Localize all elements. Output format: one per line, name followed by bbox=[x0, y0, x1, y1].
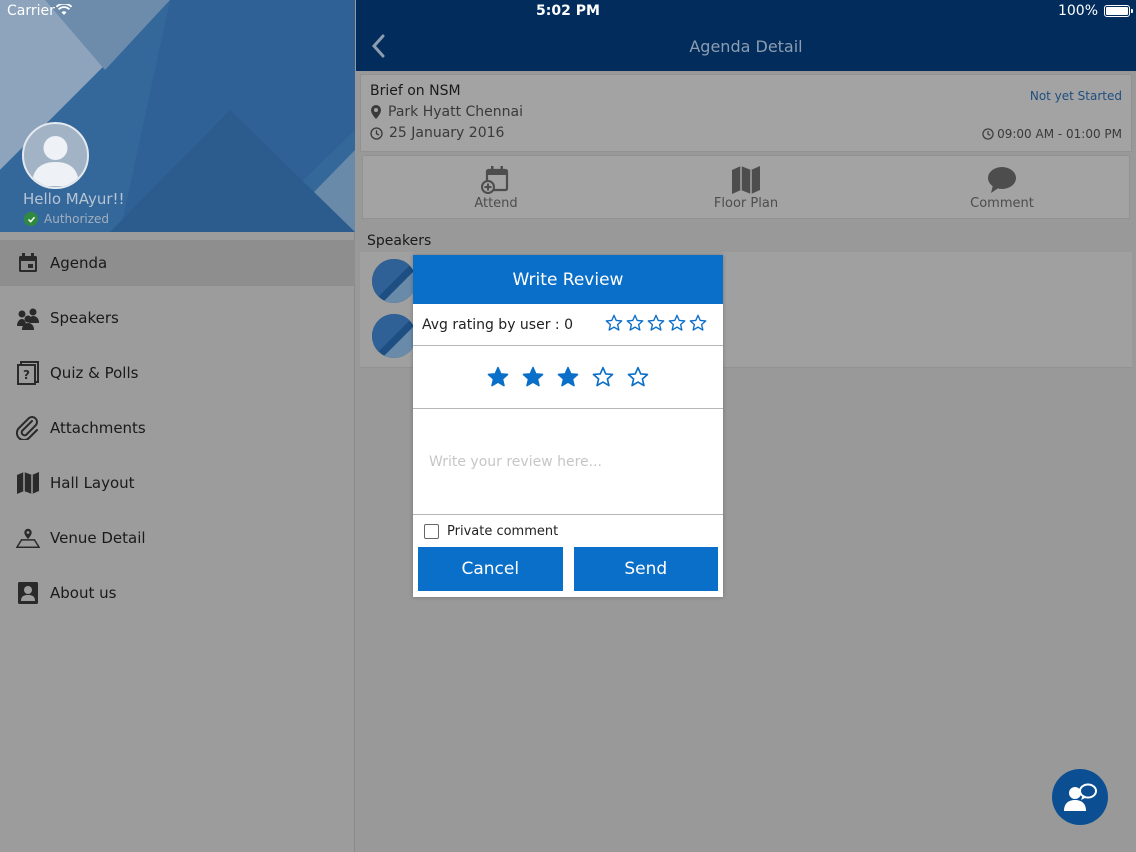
status-bar: Carrier 5:02 PM 100% bbox=[0, 0, 1136, 24]
check-icon bbox=[24, 212, 38, 226]
rate-star-filled-icon[interactable] bbox=[487, 366, 509, 388]
agenda-time: 09:00 AM - 01:00 PM bbox=[982, 127, 1122, 141]
avg-rating-row: Avg rating by user : 0 bbox=[413, 304, 723, 346]
clock-label: 5:02 PM bbox=[536, 3, 600, 19]
avg-star-outline-icon bbox=[668, 314, 686, 331]
map-icon bbox=[732, 166, 760, 194]
sidebar-item-agenda[interactable]: Agenda bbox=[0, 240, 355, 286]
review-input[interactable] bbox=[429, 454, 707, 470]
location-pin-icon bbox=[371, 105, 381, 119]
avg-rating-stars bbox=[605, 314, 707, 332]
sidebar-item-quiz-polls[interactable]: ? Quiz & Polls bbox=[0, 350, 355, 396]
speakers-icon bbox=[16, 306, 40, 330]
calendar-icon bbox=[16, 251, 40, 275]
sidebar-menu: Agenda Speakers ? Quiz & Polls Attachmen… bbox=[0, 240, 355, 625]
battery-percent: 100% bbox=[1057, 3, 1098, 19]
attend-button[interactable]: Attend bbox=[436, 166, 556, 211]
review-area bbox=[413, 409, 723, 515]
sidebar-item-label: Speakers bbox=[50, 309, 119, 327]
calendar-add-icon bbox=[481, 166, 509, 194]
floor-plan-button[interactable]: Floor Plan bbox=[686, 166, 806, 211]
avg-star-outline-icon bbox=[689, 314, 707, 331]
auth-status-label: Authorized bbox=[44, 212, 110, 226]
sidebar-item-label: Attachments bbox=[50, 419, 146, 437]
comment-label: Comment bbox=[970, 196, 1034, 211]
agenda-time-label: 09:00 AM - 01:00 PM bbox=[997, 127, 1122, 141]
send-button[interactable]: Send bbox=[573, 547, 718, 591]
agenda-venue-label: Park Hyatt Chennai bbox=[388, 104, 524, 120]
user-rating-stars[interactable] bbox=[413, 346, 723, 409]
agenda-date-label: 25 January 2016 bbox=[389, 125, 505, 141]
speaker-avatar[interactable] bbox=[372, 259, 416, 303]
clock-icon bbox=[370, 126, 383, 140]
avg-star-outline-icon bbox=[626, 314, 644, 331]
floor-plan-label: Floor Plan bbox=[713, 196, 779, 211]
sidebar-item-label: Venue Detail bbox=[50, 529, 146, 547]
attend-label: Attend bbox=[474, 196, 518, 211]
paperclip-icon bbox=[16, 416, 40, 440]
sidebar-item-label: Hall Layout bbox=[50, 474, 135, 492]
avg-star-outline-icon bbox=[605, 314, 623, 331]
sidebar-item-speakers[interactable]: Speakers bbox=[0, 295, 355, 341]
comment-icon bbox=[988, 167, 1016, 193]
sidebar-item-attachments[interactable]: Attachments bbox=[0, 405, 355, 451]
private-comment-row[interactable]: Private comment bbox=[413, 515, 723, 547]
rate-star-filled-icon[interactable] bbox=[557, 366, 579, 388]
speaker-question-icon bbox=[1064, 783, 1097, 811]
agenda-title: Brief on NSM bbox=[370, 83, 461, 99]
map-icon bbox=[16, 471, 40, 495]
status-badge: Not yet Started bbox=[1029, 89, 1122, 103]
speakers-heading: Speakers bbox=[367, 233, 432, 249]
greeting-label: Hello MAyur!! bbox=[23, 190, 125, 208]
avg-star-outline-icon bbox=[647, 314, 665, 331]
ask-speaker-button[interactable] bbox=[1052, 769, 1108, 825]
battery-icon bbox=[1104, 5, 1133, 17]
comment-button[interactable]: Comment bbox=[942, 166, 1062, 211]
avatar[interactable] bbox=[22, 122, 89, 189]
venue-map-icon bbox=[16, 526, 40, 550]
profile-header: Hello MAyur!! Authorized bbox=[0, 0, 355, 232]
write-review-modal: Write Review Avg rating by user : 0 Priv… bbox=[413, 255, 723, 597]
agenda-info-card: Brief on NSM Not yet Started Park Hyatt … bbox=[360, 74, 1132, 152]
clock-icon bbox=[982, 128, 994, 140]
quiz-icon: ? bbox=[16, 361, 40, 385]
sidebar-item-label: About us bbox=[50, 584, 117, 602]
agenda-venue: Park Hyatt Chennai bbox=[370, 104, 523, 120]
sidebar: Hello MAyur!! Authorized Agenda Speakers… bbox=[0, 0, 355, 852]
contact-icon bbox=[16, 581, 40, 605]
rate-star-outline-icon[interactable] bbox=[627, 366, 649, 388]
private-comment-label: Private comment bbox=[447, 523, 559, 539]
sidebar-item-about-us[interactable]: About us bbox=[0, 570, 355, 616]
page-title: Agenda Detail bbox=[689, 37, 803, 56]
speaker-avatar[interactable] bbox=[372, 314, 416, 358]
avg-rating-label: Avg rating by user : 0 bbox=[422, 316, 573, 333]
sidebar-item-venue-detail[interactable]: Venue Detail bbox=[0, 515, 355, 561]
private-comment-checkbox[interactable] bbox=[424, 523, 439, 539]
auth-status: Authorized bbox=[24, 212, 109, 226]
modal-buttons: Cancel Send bbox=[418, 547, 718, 591]
sidebar-item-label: Agenda bbox=[50, 254, 108, 272]
rate-star-filled-icon[interactable] bbox=[522, 366, 544, 388]
sidebar-item-hall-layout[interactable]: Hall Layout bbox=[0, 460, 355, 506]
rate-star-outline-icon[interactable] bbox=[592, 366, 614, 388]
modal-title: Write Review bbox=[413, 255, 723, 304]
agenda-date: 25 January 2016 bbox=[370, 125, 504, 141]
sidebar-item-label: Quiz & Polls bbox=[50, 364, 139, 382]
action-bar: Attend Floor Plan Comment bbox=[362, 155, 1130, 219]
svg-text:?: ? bbox=[23, 368, 30, 382]
cancel-button[interactable]: Cancel bbox=[418, 547, 563, 591]
